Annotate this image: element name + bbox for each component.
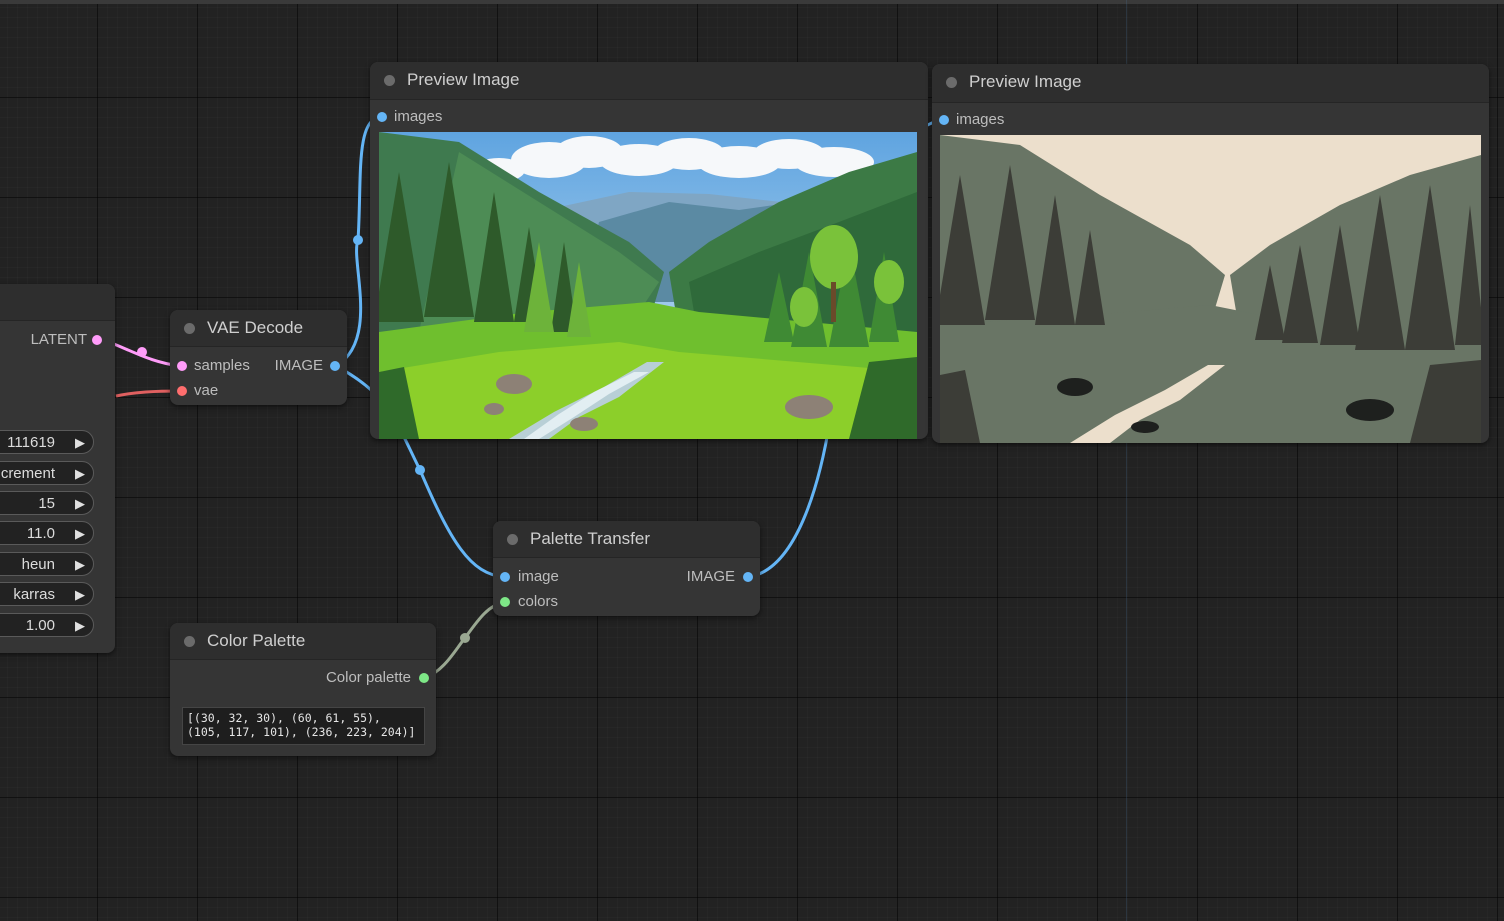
seed-value: 111619 bbox=[7, 434, 55, 451]
denoise-widget[interactable]: 1.00 ▶ bbox=[0, 613, 94, 637]
control-after-generate-value: crement bbox=[0, 465, 55, 482]
images-input-dot[interactable] bbox=[939, 115, 949, 125]
steps-widget[interactable]: 15 ▶ bbox=[0, 491, 94, 515]
vae-input-dot[interactable] bbox=[177, 386, 187, 396]
preview-2-title: Preview Image bbox=[969, 72, 1082, 91]
collapse-dot-icon[interactable] bbox=[507, 534, 518, 545]
color-palette-output-dot[interactable] bbox=[419, 673, 429, 683]
color-palette-title-bar[interactable]: Color Palette bbox=[170, 623, 436, 660]
latent-output-dot[interactable] bbox=[92, 335, 102, 345]
scheduler-value: karras bbox=[13, 586, 55, 603]
preview-image-node-1[interactable]: Preview Image images bbox=[370, 62, 928, 439]
vae-decode-node[interactable]: VAE Decode samples vae IMAGE bbox=[170, 310, 347, 405]
colors-label: colors bbox=[518, 593, 559, 610]
images-label: images bbox=[394, 108, 443, 125]
image-output-dot[interactable] bbox=[743, 572, 753, 582]
increment-arrow-icon[interactable]: ▶ bbox=[75, 583, 85, 607]
samples-input-dot[interactable] bbox=[177, 361, 187, 371]
vae-decode-input-samples[interactable]: samples bbox=[177, 356, 250, 376]
ksampler-node[interactable]: LATENT 111619 ▶ crement ▶ 15 ▶ 11.0 ▶ he… bbox=[0, 284, 115, 653]
preview-1-title-bar[interactable]: Preview Image bbox=[370, 62, 928, 100]
vae-decode-output-label: IMAGE bbox=[274, 357, 323, 374]
link-image-palette-midpoint bbox=[415, 465, 425, 475]
control-after-generate-widget[interactable]: crement ▶ bbox=[0, 461, 94, 485]
vae-decode-title: VAE Decode bbox=[207, 318, 304, 337]
collapse-dot-icon[interactable] bbox=[384, 75, 395, 86]
preview-2-title-bar[interactable]: Preview Image bbox=[932, 64, 1489, 103]
palette-transfer-input-colors[interactable]: colors bbox=[500, 592, 558, 612]
cfg-value: 11.0 bbox=[26, 525, 55, 542]
collapse-dot-icon[interactable] bbox=[184, 636, 195, 647]
color-palette-output-label: Color palette bbox=[325, 669, 411, 686]
color-palette-textarea[interactable]: [(30, 32, 30), (60, 61, 55), (105, 117, … bbox=[182, 707, 425, 745]
samples-label: samples bbox=[194, 357, 250, 374]
image-output-dot[interactable] bbox=[330, 361, 340, 371]
palette-transfer-output-label: IMAGE bbox=[686, 568, 735, 585]
scheduler-widget[interactable]: karras ▶ bbox=[0, 582, 94, 606]
preview-2-image bbox=[940, 135, 1481, 443]
preview-1-input-images[interactable]: images bbox=[377, 107, 442, 127]
denoise-value: 1.00 bbox=[25, 617, 55, 634]
sampler-name-value: heun bbox=[21, 556, 55, 573]
vae-decode-output-image[interactable]: IMAGE bbox=[275, 356, 340, 376]
palette-mapped-landscape-image bbox=[940, 135, 1481, 443]
link-image-preview1-midpoint bbox=[353, 235, 363, 245]
color-palette-output[interactable]: Color palette bbox=[326, 668, 429, 688]
preview-2-input-images[interactable]: images bbox=[939, 110, 1004, 130]
collapse-dot-icon[interactable] bbox=[946, 77, 957, 88]
palette-transfer-input-image[interactable]: image bbox=[500, 567, 559, 587]
images-input-dot[interactable] bbox=[377, 112, 387, 122]
increment-arrow-icon[interactable]: ▶ bbox=[75, 492, 85, 516]
collapse-dot-icon[interactable] bbox=[184, 323, 195, 334]
palette-transfer-title: Palette Transfer bbox=[530, 529, 651, 548]
color-palette-node[interactable]: Color Palette Color palette [(30, 32, 30… bbox=[170, 623, 436, 756]
increment-arrow-icon[interactable]: ▶ bbox=[75, 522, 85, 546]
images-label: images bbox=[956, 111, 1005, 128]
cfg-widget[interactable]: 11.0 ▶ bbox=[0, 521, 94, 545]
vae-label: vae bbox=[194, 382, 219, 399]
vae-decode-title-bar[interactable]: VAE Decode bbox=[170, 310, 347, 347]
palette-transfer-title-bar[interactable]: Palette Transfer bbox=[493, 521, 760, 558]
color-palette-title: Color Palette bbox=[207, 631, 306, 650]
preview-1-title: Preview Image bbox=[407, 70, 520, 89]
increment-arrow-icon[interactable]: ▶ bbox=[75, 614, 85, 638]
increment-arrow-icon[interactable]: ▶ bbox=[75, 431, 85, 455]
palette-transfer-node[interactable]: Palette Transfer image colors IMAGE bbox=[493, 521, 760, 616]
link-colors-midpoint bbox=[460, 633, 470, 643]
increment-arrow-icon[interactable]: ▶ bbox=[75, 462, 85, 486]
increment-arrow-icon[interactable]: ▶ bbox=[75, 553, 85, 577]
preview-image-node-2[interactable]: Preview Image images bbox=[932, 64, 1489, 443]
sampler-name-widget[interactable]: heun ▶ bbox=[0, 552, 94, 576]
link-latent-midpoint bbox=[137, 347, 147, 357]
seed-widget[interactable]: 111619 ▶ bbox=[0, 430, 94, 454]
node-graph-canvas[interactable]: LATENT 111619 ▶ crement ▶ 15 ▶ 11.0 ▶ he… bbox=[0, 0, 1504, 921]
colors-input-dot[interactable] bbox=[500, 597, 510, 607]
ksampler-output-latent-label: LATENT bbox=[30, 331, 87, 348]
palette-transfer-output-image[interactable]: IMAGE bbox=[687, 567, 753, 587]
preview-1-image bbox=[379, 132, 917, 439]
vae-decode-input-vae[interactable]: vae bbox=[177, 381, 218, 401]
ksampler-title-bar[interactable] bbox=[0, 284, 115, 321]
image-input-dot[interactable] bbox=[500, 572, 510, 582]
forest-valley-landscape-image bbox=[379, 132, 917, 439]
steps-value: 15 bbox=[38, 495, 55, 512]
ksampler-output-latent[interactable]: LATENT bbox=[30, 330, 102, 350]
image-label: image bbox=[518, 568, 559, 585]
